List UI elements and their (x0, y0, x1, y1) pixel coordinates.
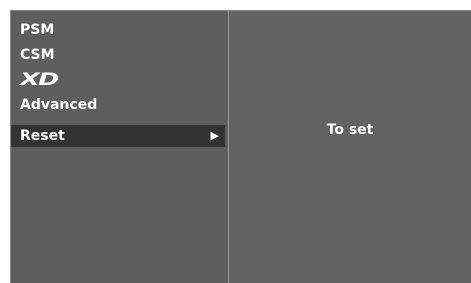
menu-item-label: PSM (20, 22, 55, 38)
menu-item-label: Advanced (20, 97, 98, 113)
detail-panel: To set (229, 11, 471, 283)
to-set-hint: To set (326, 122, 374, 138)
osd-menu-screen: PSM CSM XD Advanced Reset ▶ To set (10, 10, 471, 283)
menu-item-label: Reset (20, 128, 65, 144)
menu-item-label: CSM (20, 47, 55, 63)
menu-item-reset[interactable]: Reset ▶ (11, 125, 225, 147)
xd-logo: XD (20, 70, 59, 90)
right-triangle-icon: ▶ (210, 129, 219, 142)
menu-item-advanced[interactable]: Advanced (11, 94, 225, 116)
menu-panel: PSM CSM XD Advanced Reset ▶ (11, 11, 228, 283)
menu-item-csm[interactable]: CSM (11, 44, 225, 66)
menu-item-xd[interactable]: XD (11, 69, 225, 91)
menu-item-psm[interactable]: PSM (11, 19, 225, 41)
